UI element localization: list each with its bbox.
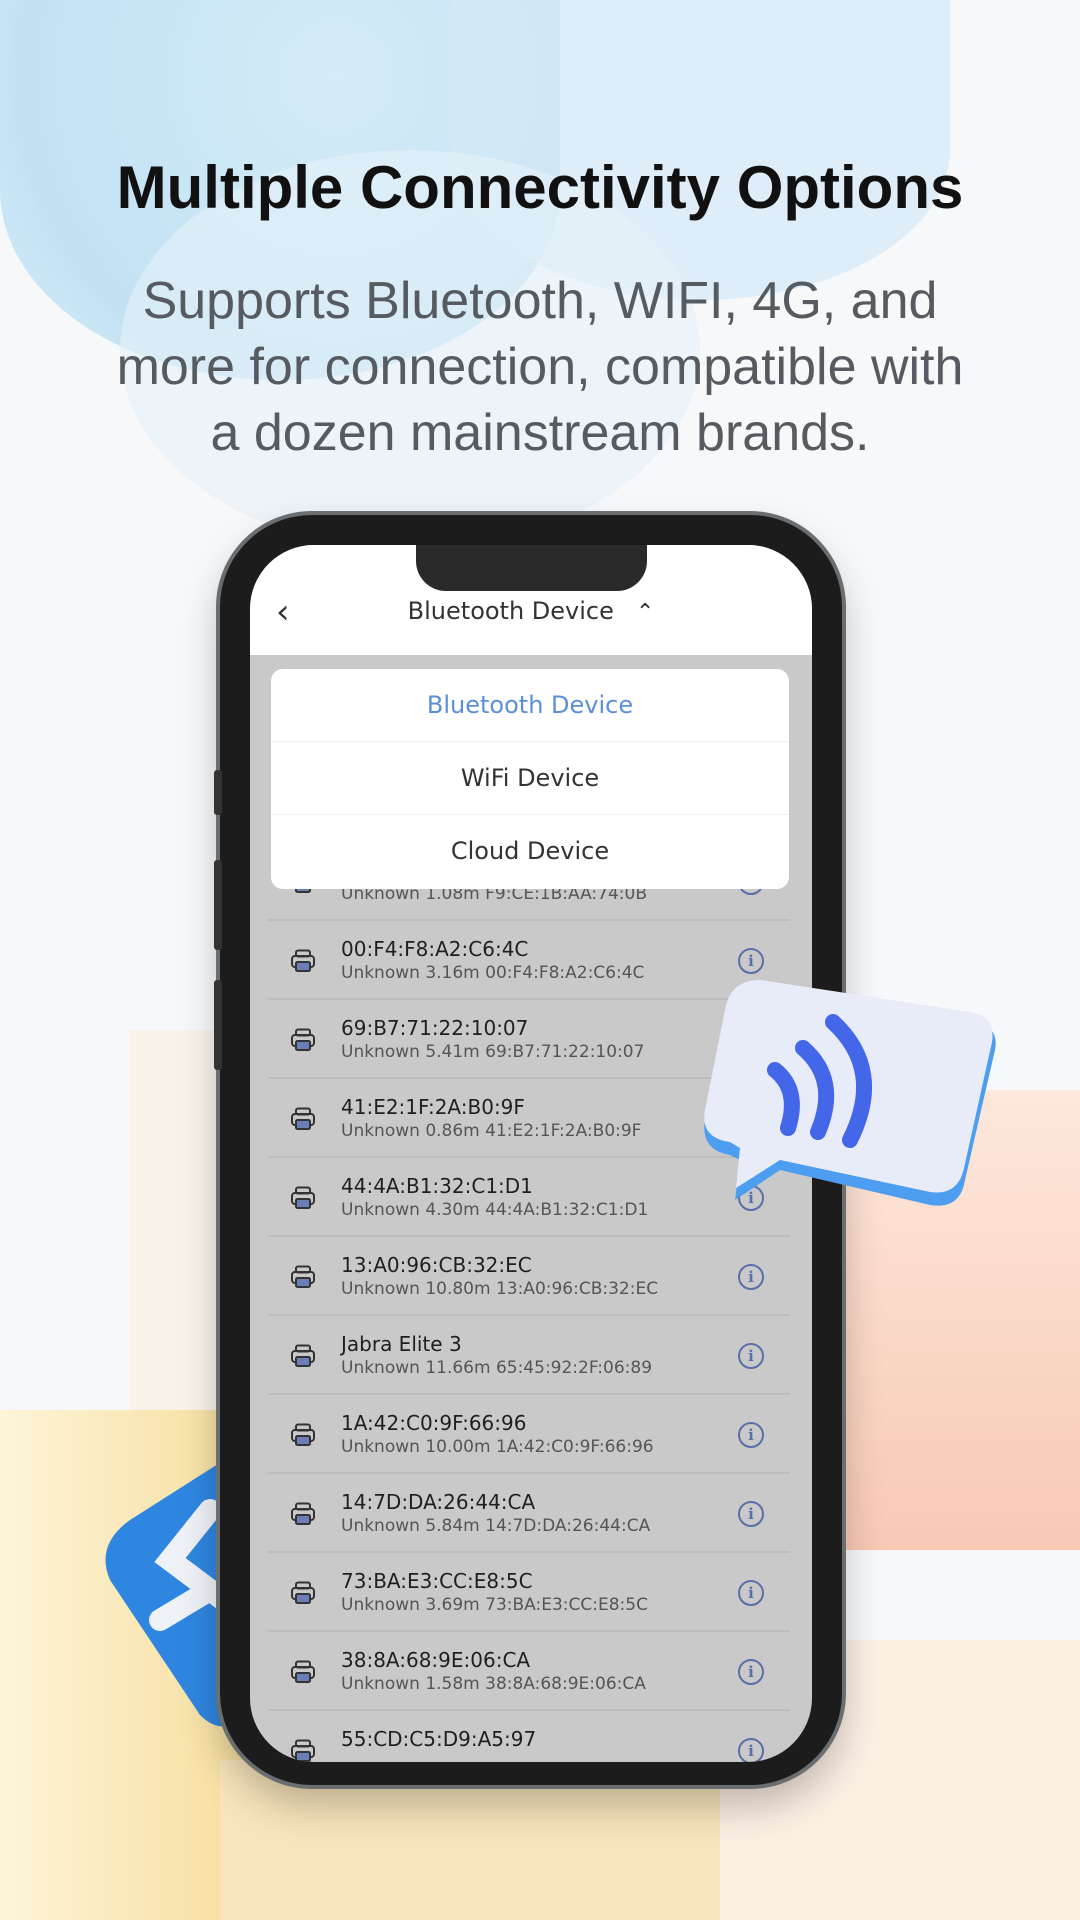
info-icon[interactable]: i: [738, 1422, 764, 1448]
info-icon[interactable]: i: [738, 1580, 764, 1606]
dropdown-item-wifi[interactable]: WiFi Device: [271, 742, 789, 815]
subtitle-line: more for connection, compatible with: [116, 338, 964, 396]
device-row[interactable]: 13:A0:96:CB:32:EC Unknown 10.80m 13:A0:9…: [250, 1237, 812, 1316]
device-meta: Unknown 5.41m 69:B7:71:22:10:07: [341, 1042, 645, 1062]
wifi-signal-bubble-icon: [700, 970, 1000, 1210]
device-row[interactable]: 73:BA:E3:CC:E8:5C Unknown 3.69m 73:BA:E3…: [250, 1553, 812, 1632]
device-row[interactable]: 55:CD:C5:D9:A5:97 i: [250, 1711, 812, 1762]
device-name: 1A:42:C0:9F:66:96: [341, 1411, 527, 1435]
device-name: 73:BA:E3:CC:E8:5C: [341, 1569, 533, 1593]
printer-icon: [291, 1265, 315, 1288]
info-icon[interactable]: i: [738, 1738, 764, 1762]
device-meta: Unknown 10.00m 1A:42:C0:9F:66:96: [341, 1437, 654, 1457]
info-icon[interactable]: i: [738, 1659, 764, 1685]
printer-icon: [291, 1581, 315, 1604]
dropdown-item-cloud[interactable]: Cloud Device: [271, 815, 789, 888]
subtitle-line: a dozen mainstream brands.: [210, 404, 870, 462]
info-icon[interactable]: i: [738, 1264, 764, 1290]
device-name: 69:B7:71:22:10:07: [341, 1016, 529, 1040]
device-name: 14:7D:DA:26:44:CA: [341, 1490, 536, 1514]
device-type-selector[interactable]: Bluetooth Device ⌃: [250, 597, 812, 625]
printer-icon: [291, 1660, 315, 1683]
device-name: 13:A0:96:CB:32:EC: [341, 1253, 532, 1277]
header-title: Bluetooth Device: [407, 597, 614, 625]
printer-icon: [291, 1423, 315, 1446]
phone-side-button: [214, 770, 222, 815]
device-name: 41:E2:1F:2A:B0:9F: [341, 1095, 525, 1119]
info-icon[interactable]: i: [738, 1343, 764, 1369]
subtitle-line: Supports Bluetooth, WIFI, 4G, and: [142, 272, 938, 330]
printer-icon: [291, 1028, 315, 1051]
printer-icon: [291, 1344, 315, 1367]
device-name: 00:F4:F8:A2:C6:4C: [341, 937, 529, 961]
device-name: 44:4A:B1:32:C1:D1: [341, 1174, 533, 1198]
device-row[interactable]: Jabra Elite 3 Unknown 11.66m 65:45:92:2F…: [250, 1316, 812, 1395]
device-meta: Unknown 0.86m 41:E2:1F:2A:B0:9F: [341, 1121, 642, 1141]
headline: Multiple Connectivity Options: [116, 154, 964, 221]
device-name: Jabra Elite 3: [341, 1332, 462, 1356]
phone-side-button: [214, 860, 222, 950]
subtitle: Supports Bluetooth, WIFI, 4G, and more f…: [30, 268, 1050, 466]
device-row[interactable]: 1A:42:C0:9F:66:96 Unknown 10.00m 1A:42:C…: [250, 1395, 812, 1474]
device-meta: Unknown 3.69m 73:BA:E3:CC:E8:5C: [341, 1595, 648, 1615]
dropdown-item-bluetooth[interactable]: Bluetooth Device: [271, 669, 789, 742]
device-row[interactable]: 14:7D:DA:26:44:CA Unknown 5.84m 14:7D:DA…: [250, 1474, 812, 1553]
notch: [416, 545, 647, 591]
chevron-up-icon: ⌃: [635, 600, 655, 625]
device-meta: Unknown 4.30m 44:4A:B1:32:C1:D1: [341, 1200, 649, 1220]
info-icon[interactable]: i: [738, 1501, 764, 1527]
device-meta: Unknown 11.66m 65:45:92:2F:06:89: [341, 1358, 653, 1378]
device-name: 55:CD:C5:D9:A5:97: [341, 1727, 537, 1751]
printer-icon: [291, 1502, 315, 1525]
printer-icon: [291, 1107, 315, 1130]
printer-icon: [291, 1739, 315, 1762]
device-name: 38:8A:68:9E:06:CA: [341, 1648, 531, 1672]
device-meta: Unknown 3.16m 00:F4:F8:A2:C6:4C: [341, 963, 645, 983]
device-meta: Unknown 5.84m 14:7D:DA:26:44:CA: [341, 1516, 651, 1536]
device-row[interactable]: 38:8A:68:9E:06:CA Unknown 1.58m 38:8A:68…: [250, 1632, 812, 1711]
device-meta: Unknown 10.80m 13:A0:96:CB:32:EC: [341, 1279, 659, 1299]
printer-icon: [291, 1186, 315, 1209]
phone-side-button: [214, 980, 222, 1070]
device-type-dropdown: Bluetooth Device WiFi Device Cloud Devic…: [271, 669, 789, 889]
device-meta: Unknown 1.58m 38:8A:68:9E:06:CA: [341, 1674, 646, 1694]
printer-icon: [291, 949, 315, 972]
